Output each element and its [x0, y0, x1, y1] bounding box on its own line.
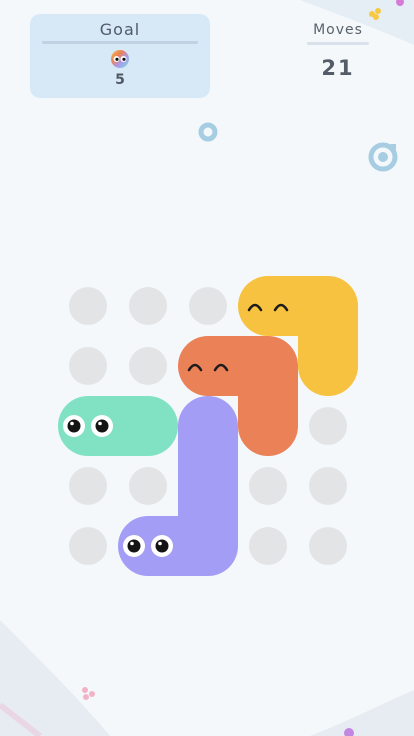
empty-cell: [69, 287, 107, 325]
purple-blob-segment: [178, 396, 238, 456]
eye-glint: [98, 421, 102, 426]
yellow-blob-segment: [298, 276, 358, 336]
eye-glint: [158, 541, 162, 546]
eye-pupil: [67, 419, 81, 433]
yellow-blob-segment: [238, 276, 298, 336]
game-board: [58, 276, 358, 576]
orange-blob-segment: [238, 336, 298, 396]
orange-blob-segment: [238, 396, 298, 456]
orange-blob-segment: [178, 336, 238, 396]
eye-glint: [70, 421, 74, 426]
empty-cell: [129, 287, 167, 325]
empty-cell: [189, 287, 227, 325]
empty-cell: [309, 527, 347, 565]
yellow-blob-segment: [298, 336, 358, 396]
empty-cell: [69, 467, 107, 505]
empty-cell: [249, 527, 287, 565]
empty-cell: [129, 467, 167, 505]
empty-cell: [69, 527, 107, 565]
empty-cell: [69, 347, 107, 385]
green-blob[interactable]: [58, 396, 178, 456]
eye-pupil: [155, 539, 169, 553]
purple-blob-segment: [178, 456, 238, 516]
empty-cell: [309, 407, 347, 445]
eye-pupil: [127, 539, 141, 553]
eye-glint: [130, 541, 134, 546]
empty-cell: [309, 467, 347, 505]
empty-cell: [129, 347, 167, 385]
empty-cell: [249, 467, 287, 505]
purple-blob-segment: [178, 516, 238, 576]
green-blob-segment: [118, 396, 178, 456]
eye-pupil: [95, 419, 109, 433]
